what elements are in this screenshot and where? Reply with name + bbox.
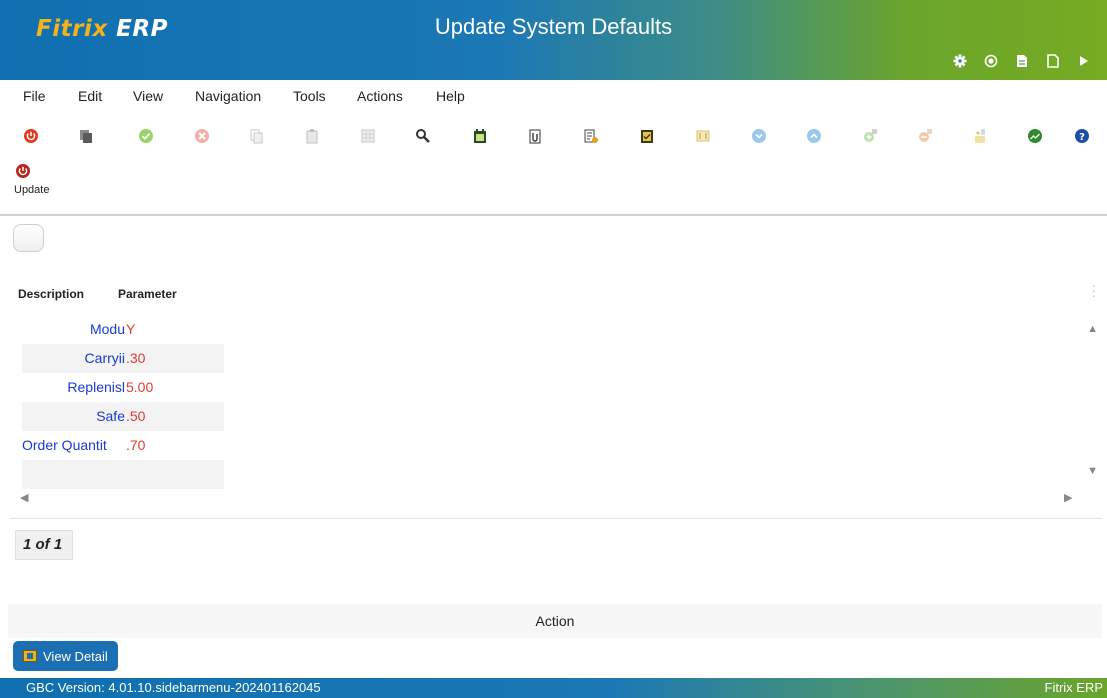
update-button[interactable]: Update xyxy=(14,163,54,196)
menu-actions[interactable]: Actions xyxy=(357,88,403,104)
round-button[interactable] xyxy=(13,224,44,252)
menu-navigation[interactable]: Navigation xyxy=(195,88,261,104)
add-icon[interactable] xyxy=(860,126,880,146)
column-header-parameter[interactable]: Parameter xyxy=(118,287,177,301)
app-header: Fitrix ERP Update System Defaults xyxy=(0,0,1107,80)
table-body: Modu Y Carryii .30 Replenisl 5.00 Safe .… xyxy=(22,315,224,489)
table-row[interactable]: Safe .50 xyxy=(22,402,224,431)
table-row[interactable]: Replenisl 5.00 xyxy=(22,373,224,402)
calendar-icon[interactable] xyxy=(470,126,490,146)
attach-icon[interactable] xyxy=(525,126,545,146)
checklist-icon[interactable] xyxy=(637,126,657,146)
description-cell[interactable]: Carryii xyxy=(85,344,125,373)
gear-icon[interactable] xyxy=(944,50,975,72)
view-detail-label: View Detail xyxy=(43,648,108,664)
view-detail-icon xyxy=(23,650,37,662)
scroll-up-icon[interactable]: ▲ xyxy=(1087,323,1098,335)
down-arrow-icon[interactable] xyxy=(749,126,769,146)
description-cell[interactable]: Modu xyxy=(90,315,125,344)
table-row[interactable]: Order Quantit .70 xyxy=(22,431,224,460)
update-label: Update xyxy=(14,184,50,196)
page-title: Update System Defaults xyxy=(434,14,673,39)
description-cell[interactable]: Order Quantit xyxy=(22,431,107,460)
menu-tools[interactable]: Tools xyxy=(293,88,326,104)
description-cell[interactable]: Replenisl xyxy=(67,373,125,402)
info-icon[interactable] xyxy=(970,126,990,146)
parameter-cell[interactable]: .70 xyxy=(126,431,145,460)
menu-help[interactable]: Help xyxy=(436,88,465,104)
graph-icon[interactable] xyxy=(1025,126,1045,146)
column-menu-icon[interactable]: · · · xyxy=(1091,278,1096,302)
paste-icon[interactable] xyxy=(302,126,322,146)
new-document-icon[interactable] xyxy=(1037,50,1068,72)
action-label: Action xyxy=(535,613,575,629)
power-icon xyxy=(16,164,30,178)
table-row[interactable]: Carryii .30 xyxy=(22,344,224,373)
copy-icon[interactable] xyxy=(76,126,96,146)
document-icon[interactable] xyxy=(1006,50,1037,72)
frame-icon[interactable] xyxy=(693,126,713,146)
search-icon[interactable] xyxy=(413,126,433,146)
delete-icon[interactable] xyxy=(915,126,935,146)
status-app-name: Fitrix ERP xyxy=(1044,680,1104,695)
menu-view[interactable]: View xyxy=(133,88,163,104)
header-icon-bar xyxy=(944,50,1099,72)
up-arrow-icon[interactable] xyxy=(804,126,824,146)
report-icon[interactable] xyxy=(581,126,601,146)
parameters-table: Description Parameter · · · Modu Y Carryii… xyxy=(10,265,1102,517)
status-bar: GBC Version: 4.01.10.sidebarmenu-2024011… xyxy=(0,678,1107,698)
menu-file[interactable]: File xyxy=(23,88,46,104)
power-icon[interactable] xyxy=(21,126,41,146)
parameter-cell[interactable]: .50 xyxy=(126,402,145,431)
version-text: GBC Version: 4.01.10.sidebarmenu-2024011… xyxy=(26,680,321,695)
accept-icon[interactable] xyxy=(136,126,156,146)
table-row[interactable]: Modu Y xyxy=(22,315,224,344)
menu-edit[interactable]: Edit xyxy=(78,88,102,104)
svg-text:?: ? xyxy=(1079,132,1085,143)
scroll-right-icon[interactable]: ▶ xyxy=(1064,491,1072,504)
table-row[interactable] xyxy=(22,460,224,489)
divider xyxy=(0,214,1107,216)
table-bottom-border xyxy=(10,518,1102,519)
scroll-left-icon[interactable]: ◀ xyxy=(20,491,28,504)
description-cell[interactable]: Safe xyxy=(96,402,125,431)
column-header-description[interactable]: Description xyxy=(18,287,84,301)
action-bar: Action xyxy=(8,604,1102,638)
copy-page-icon[interactable] xyxy=(246,126,266,146)
toolbar: ? xyxy=(0,126,1107,148)
parameter-cell[interactable]: Y xyxy=(126,315,135,344)
target-icon[interactable] xyxy=(975,50,1006,72)
scroll-down-icon[interactable]: ▼ xyxy=(1087,465,1098,477)
view-detail-button[interactable]: View Detail xyxy=(13,641,118,671)
parameter-cell[interactable]: .30 xyxy=(126,344,145,373)
play-icon[interactable] xyxy=(1068,50,1099,72)
cancel-icon[interactable] xyxy=(192,126,212,146)
pager: 1 of 1 xyxy=(15,530,73,560)
help-icon[interactable]: ? xyxy=(1072,126,1092,146)
parameter-cell[interactable]: 5.00 xyxy=(126,373,153,402)
grid-icon[interactable] xyxy=(358,126,378,146)
